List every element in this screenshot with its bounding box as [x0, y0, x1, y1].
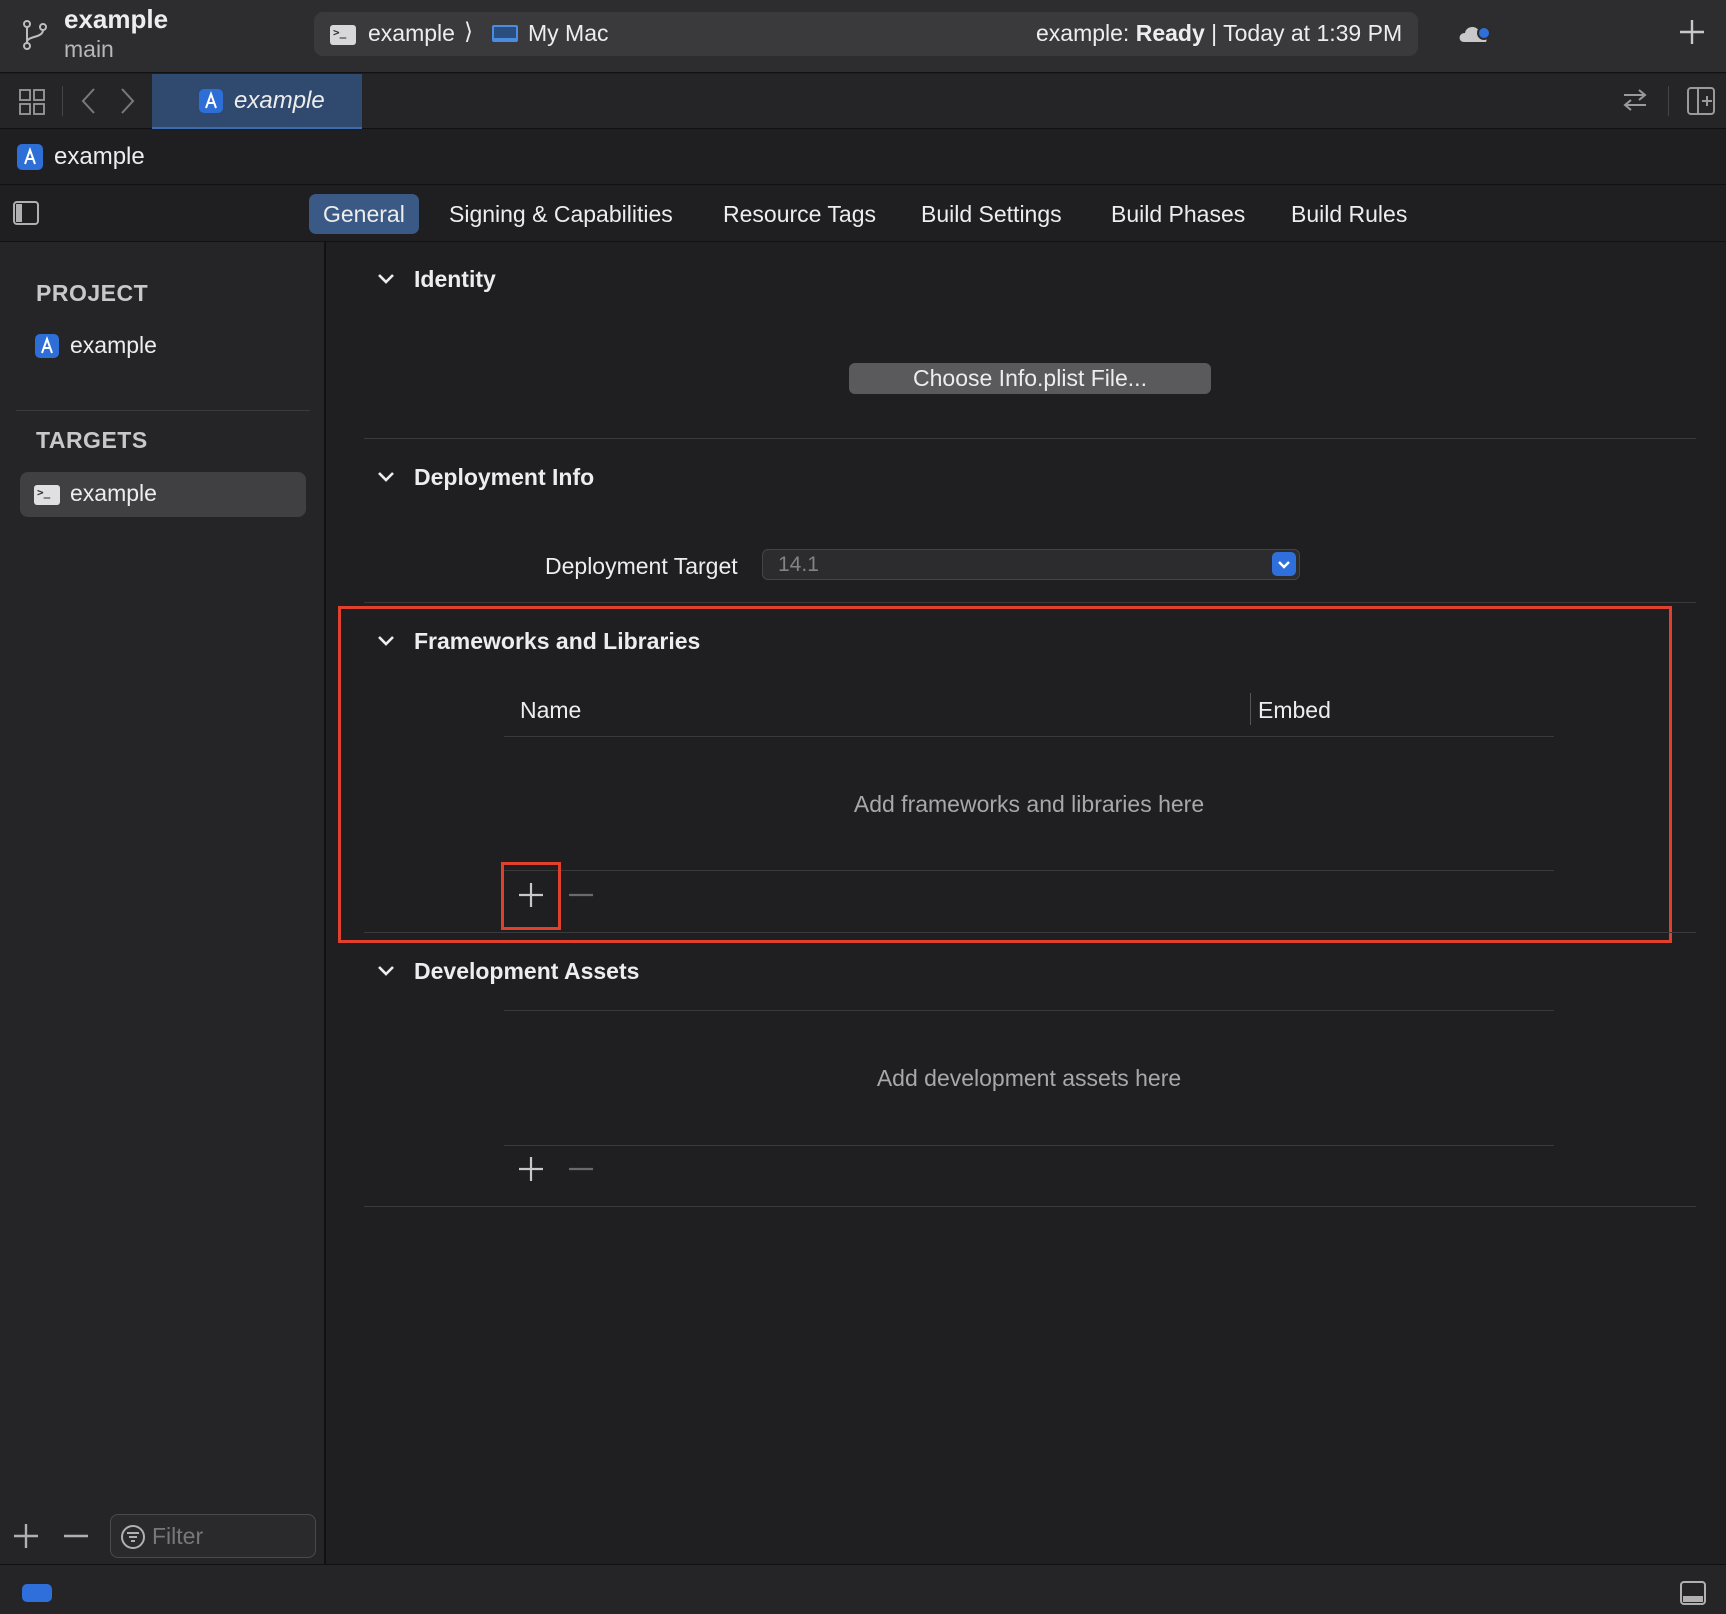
tab-resource-tags[interactable]: Resource Tags — [709, 194, 890, 234]
section-divider — [364, 1206, 1696, 1207]
tab-signing-capabilities[interactable]: Signing & Capabilities — [435, 194, 687, 234]
remove-dev-asset-minus-icon[interactable] — [566, 1154, 596, 1184]
project-app-icon — [199, 89, 223, 113]
project-name[interactable]: example — [64, 4, 168, 35]
section-divider — [364, 438, 1696, 439]
column-separator — [1250, 693, 1251, 725]
chevron-down-icon[interactable] — [375, 466, 397, 488]
section-title-development-assets: Development Assets — [414, 958, 640, 984]
sidebar-item-target-label[interactable]: example — [70, 480, 157, 507]
sidebar-item-target[interactable] — [20, 472, 306, 517]
add-plus-icon[interactable] — [1676, 16, 1708, 48]
scheme-separator: ⟩ — [464, 18, 473, 44]
laptop-icon — [492, 25, 518, 42]
section-title-frameworks: Frameworks and Libraries — [414, 628, 701, 654]
project-app-icon — [35, 334, 59, 358]
destination-selector[interactable]: My Mac — [528, 20, 609, 47]
add-button-highlight-box — [501, 862, 561, 930]
chevron-down-icon[interactable] — [1272, 552, 1296, 576]
jump-bar-item[interactable]: example — [54, 143, 145, 171]
column-header-embed[interactable]: Embed — [1258, 697, 1331, 724]
terminal-icon — [34, 485, 60, 505]
sidebar-toggle-icon[interactable] — [13, 200, 39, 226]
scheme-selector[interactable]: example — [368, 20, 455, 47]
frameworks-empty-placeholder: Add frameworks and libraries here — [853, 791, 1205, 817]
deployment-target-label: Deployment Target — [545, 553, 738, 579]
branch-name[interactable]: main — [64, 36, 114, 63]
add-editor-icon[interactable] — [1686, 86, 1716, 116]
debug-area-toggle-icon[interactable] — [1680, 1580, 1706, 1606]
tab-build-rules[interactable]: Build Rules — [1277, 194, 1421, 234]
add-dev-asset-plus-icon[interactable] — [516, 1154, 546, 1184]
status-suffix: | Today at 1:39 PM — [1211, 20, 1403, 46]
table-header-divider — [504, 1010, 1554, 1011]
section-divider — [364, 932, 1696, 933]
status-state: Ready — [1135, 20, 1205, 46]
add-target-plus-icon[interactable] — [12, 1522, 40, 1550]
jump-bar — [0, 129, 1726, 185]
branch-icon[interactable] — [18, 18, 52, 52]
chevron-down-icon[interactable] — [375, 630, 397, 652]
tab-build-settings[interactable]: Build Settings — [907, 194, 1076, 234]
table-footer-divider — [504, 1145, 1554, 1146]
status-bar — [0, 1564, 1726, 1614]
chevron-down-icon[interactable] — [375, 268, 397, 290]
sidebar-divider — [16, 410, 310, 411]
chevron-right-icon[interactable] — [116, 86, 138, 116]
cloud-icon[interactable] — [1458, 24, 1492, 44]
status-prefix: example: — [1036, 20, 1130, 46]
tab-build-phases[interactable]: Build Phases — [1097, 194, 1259, 234]
filter-icon — [121, 1525, 145, 1549]
targets-section-header: TARGETS — [36, 427, 148, 453]
deployment-target-select[interactable] — [762, 549, 1300, 580]
section-divider — [364, 602, 1696, 603]
deployment-target-value[interactable]: 14.1 — [778, 553, 819, 577]
toolbar-divider — [62, 86, 63, 116]
project-app-icon — [17, 144, 43, 170]
toolbar-divider — [1668, 86, 1669, 116]
choose-info-plist-button[interactable]: Choose Info.plist File... — [849, 363, 1211, 394]
project-section-header: PROJECT — [36, 280, 149, 306]
chevron-left-icon[interactable] — [78, 86, 100, 116]
activity-indicator[interactable] — [22, 1584, 52, 1602]
section-title-identity: Identity — [414, 266, 496, 292]
column-header-name[interactable]: Name — [520, 697, 581, 724]
sidebar-item-project[interactable]: example — [70, 332, 157, 359]
filter-input[interactable] — [152, 1520, 302, 1552]
terminal-icon — [330, 25, 356, 45]
table-footer-divider — [504, 870, 1554, 871]
build-status: example: Ready | Today at 1:39 PM — [1036, 20, 1402, 47]
chevron-down-icon[interactable] — [375, 960, 397, 982]
dev-assets-empty-placeholder: Add development assets here — [876, 1065, 1182, 1091]
table-header-divider — [504, 736, 1554, 737]
remove-framework-minus-icon[interactable] — [566, 880, 596, 910]
related-items-grid-icon[interactable] — [18, 88, 46, 116]
section-title-deployment-info: Deployment Info — [414, 464, 595, 490]
swap-arrows-icon[interactable] — [1620, 86, 1650, 114]
tab-general[interactable]: General — [309, 194, 419, 234]
remove-target-minus-icon[interactable] — [62, 1522, 90, 1550]
tab-label[interactable]: example — [234, 87, 325, 115]
